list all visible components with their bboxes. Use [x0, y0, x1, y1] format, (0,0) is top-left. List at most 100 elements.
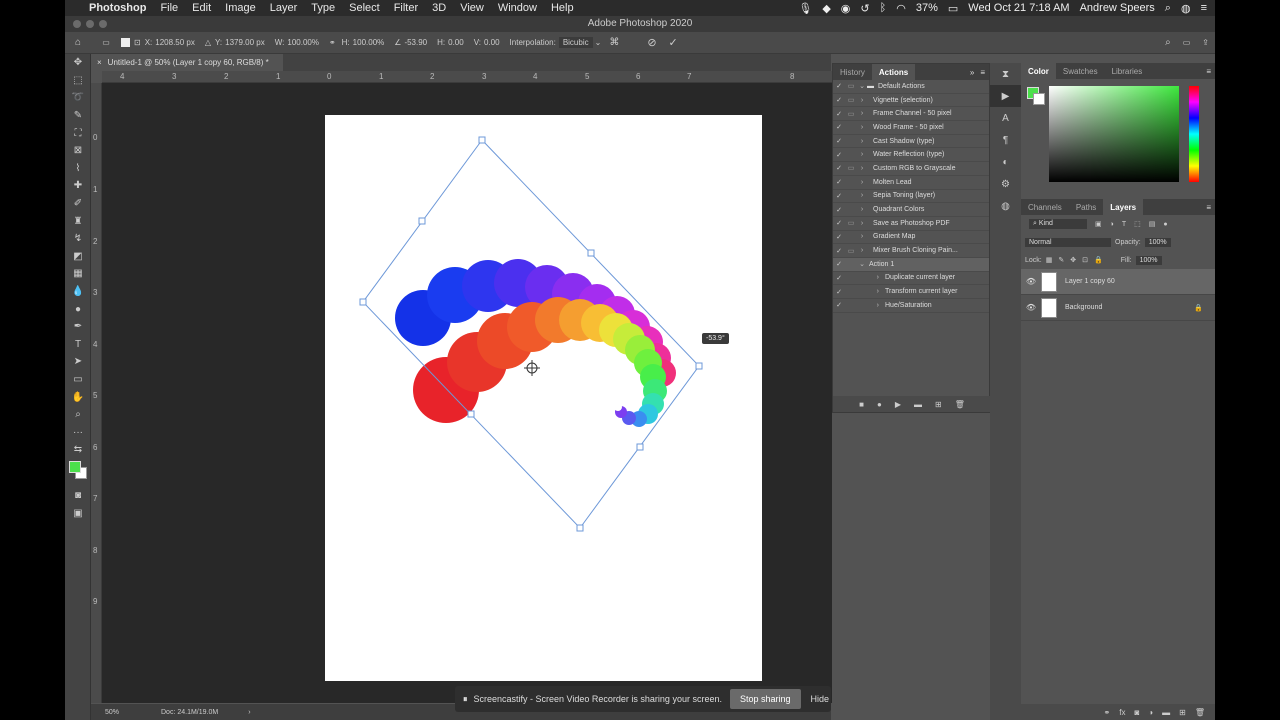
chevron-right-icon[interactable]: ›	[857, 97, 867, 104]
dialog-toggle-icon[interactable]: ▭	[845, 110, 857, 118]
layer-row[interactable]: 👁 Background 🔒	[1021, 295, 1215, 321]
check-icon[interactable]: ✓	[833, 110, 845, 118]
action-row[interactable]: ✓ › Cast Shadow (type)	[833, 135, 989, 149]
more-tools-icon[interactable]: ···	[65, 423, 91, 441]
microphone-icon[interactable]: 🎙	[798, 2, 812, 15]
check-icon[interactable]: ✓	[833, 82, 845, 90]
document-tab[interactable]: × Untitled-1 @ 50% (Layer 1 copy 60, RGB…	[91, 54, 283, 71]
battery-label[interactable]: 37%	[916, 2, 938, 14]
blend-mode-select[interactable]: Normal	[1025, 237, 1111, 247]
chevron-right-icon[interactable]: ›	[248, 709, 250, 716]
menu-file[interactable]: File	[160, 2, 178, 14]
time-machine-icon[interactable]: ↺	[860, 2, 869, 15]
styles-panel-icon[interactable]: ◍	[990, 195, 1021, 217]
lock-artboard-icon[interactable]: ⊡	[1082, 256, 1088, 264]
minimize-window-button[interactable]	[86, 20, 94, 28]
layer-name[interactable]: Background	[1065, 304, 1194, 311]
zoom-tool-icon[interactable]: ⌕	[65, 406, 91, 424]
eraser-tool-icon[interactable]: ◩	[65, 248, 91, 266]
collapse-panel-icon[interactable]: »	[970, 68, 974, 77]
menu-filter[interactable]: Filter	[394, 2, 418, 14]
action-row[interactable]: ✓ ▭ › Save as Photoshop PDF	[833, 217, 989, 231]
chevron-right-icon[interactable]: ›	[857, 165, 867, 172]
menu-edit[interactable]: Edit	[192, 2, 211, 14]
check-icon[interactable]: ✓	[833, 123, 845, 131]
action-row[interactable]: ✓ ▭ › Vignette (selection)	[833, 94, 989, 108]
background-color-chip[interactable]	[1033, 93, 1045, 105]
horizontal-ruler[interactable]: 4 3 2 1 0 1 2 3 4 5 6 7 8	[102, 71, 832, 83]
chevron-down-icon[interactable]: ⌄	[595, 38, 602, 47]
action-step-row[interactable]: ✓ › Hue/Saturation	[833, 299, 989, 313]
move-tool-icon[interactable]: ✥	[65, 54, 91, 72]
reference-point-icon[interactable]: ⊡	[134, 38, 141, 47]
layer-name[interactable]: Layer 1 copy 60	[1065, 278, 1115, 285]
new-set-icon[interactable]: ▬	[914, 400, 922, 409]
dialog-toggle-icon[interactable]: ▭	[845, 219, 857, 227]
clock[interactable]: Wed Oct 21 7:18 AM	[968, 2, 1069, 14]
lasso-tool-icon[interactable]: ➰	[65, 89, 91, 107]
tab-libraries[interactable]: Libraries	[1105, 63, 1150, 79]
hide-button[interactable]: Hide	[811, 694, 830, 704]
notification-center-icon[interactable]: ≡	[1201, 2, 1207, 14]
close-window-button[interactable]	[73, 20, 81, 28]
action-row[interactable]: ✓ › Quadrant Colors	[833, 203, 989, 217]
fill-field[interactable]: 100%	[1135, 255, 1162, 265]
action-step-row[interactable]: ✓ › Duplicate current layer	[833, 272, 989, 286]
delete-layer-icon[interactable]: 🗑	[1195, 708, 1205, 717]
dialog-toggle-icon[interactable]: ▭	[845, 164, 857, 172]
vskew-field[interactable]: 0.00	[484, 38, 500, 47]
dodge-tool-icon[interactable]: ●	[65, 300, 91, 318]
action-row[interactable]: ✓ ▭ › Mixer Brush Cloning Pain...	[833, 244, 989, 258]
check-icon[interactable]: ✓	[833, 219, 845, 227]
actions-panel-icon[interactable]: ▶	[990, 85, 1021, 107]
chevron-right-icon[interactable]: ›	[857, 288, 879, 295]
tab-history[interactable]: History	[833, 64, 872, 80]
new-layer-icon[interactable]: ⊞	[1179, 708, 1186, 717]
paragraph-panel-icon[interactable]: ¶	[990, 129, 1021, 151]
canvas-area[interactable]: ↷ -53.9°	[102, 83, 832, 703]
smart-object-filter-icon[interactable]: ▤	[1149, 220, 1156, 228]
shape-filter-icon[interactable]: ⬚	[1134, 220, 1141, 228]
layer-filter-select[interactable]: ⌕ Kind	[1029, 219, 1087, 229]
action-set-row[interactable]: ✓ ▭ ⌄ ▬ Default Actions	[833, 80, 989, 94]
menu-select[interactable]: Select	[349, 2, 380, 14]
panel-menu-icon[interactable]: ≡	[1206, 203, 1211, 212]
h-field[interactable]: 100.00%	[353, 38, 385, 47]
rectangle-tool-icon[interactable]: ▭	[65, 371, 91, 389]
dialog-toggle-icon[interactable]: ▭	[845, 247, 857, 255]
eyedropper-tool-icon[interactable]: ⌇	[65, 160, 91, 178]
interpolation-select[interactable]: Bicubic	[558, 37, 593, 48]
tab-channels[interactable]: Channels	[1021, 199, 1069, 215]
spotlight-icon[interactable]: ⌕	[1165, 2, 1171, 15]
check-icon[interactable]: ✓	[833, 247, 845, 255]
dropbox-icon[interactable]: ◆	[822, 2, 830, 15]
brush-tool-icon[interactable]: ✐	[65, 195, 91, 213]
zoom-window-button[interactable]	[99, 20, 107, 28]
bluetooth-icon[interactable]: ᛒ	[880, 2, 887, 14]
color-swatches[interactable]	[65, 459, 91, 487]
add-mask-icon[interactable]: ◙	[1134, 708, 1139, 717]
tab-paths[interactable]: Paths	[1069, 199, 1103, 215]
check-icon[interactable]: ✓	[833, 233, 845, 241]
menu-layer[interactable]: Layer	[270, 2, 298, 14]
action-row[interactable]: ✓ › Sepia Toning (layer)	[833, 190, 989, 204]
chevron-down-icon[interactable]: ⌄	[857, 82, 867, 90]
panel-menu-icon[interactable]: ≡	[1206, 67, 1211, 76]
lock-icon[interactable]: 🔒	[1194, 304, 1203, 312]
check-icon[interactable]: ✓	[833, 151, 845, 159]
lock-position-icon[interactable]: ✥	[1070, 256, 1076, 264]
vertical-ruler[interactable]: 0 1 2 3 4 5 6 7 8 9	[91, 83, 102, 703]
character-panel-icon[interactable]: A	[990, 107, 1021, 129]
adjustments-panel-icon[interactable]: ◐	[990, 151, 1021, 173]
lock-transparent-icon[interactable]: ▦	[1046, 256, 1053, 264]
angle-field[interactable]: -53.90	[404, 38, 427, 47]
chevron-right-icon[interactable]: ›	[857, 206, 867, 213]
delete-icon[interactable]: 🗑	[955, 400, 965, 409]
zoom-level[interactable]: 50%	[105, 709, 161, 716]
menu-image[interactable]: Image	[225, 2, 256, 14]
menu-help[interactable]: Help	[551, 2, 574, 14]
delta-icon[interactable]: △	[205, 38, 211, 47]
user-name[interactable]: Andrew Speers	[1080, 2, 1155, 14]
app-menu[interactable]: Photoshop	[89, 2, 146, 14]
check-icon[interactable]: ✓	[833, 288, 845, 296]
